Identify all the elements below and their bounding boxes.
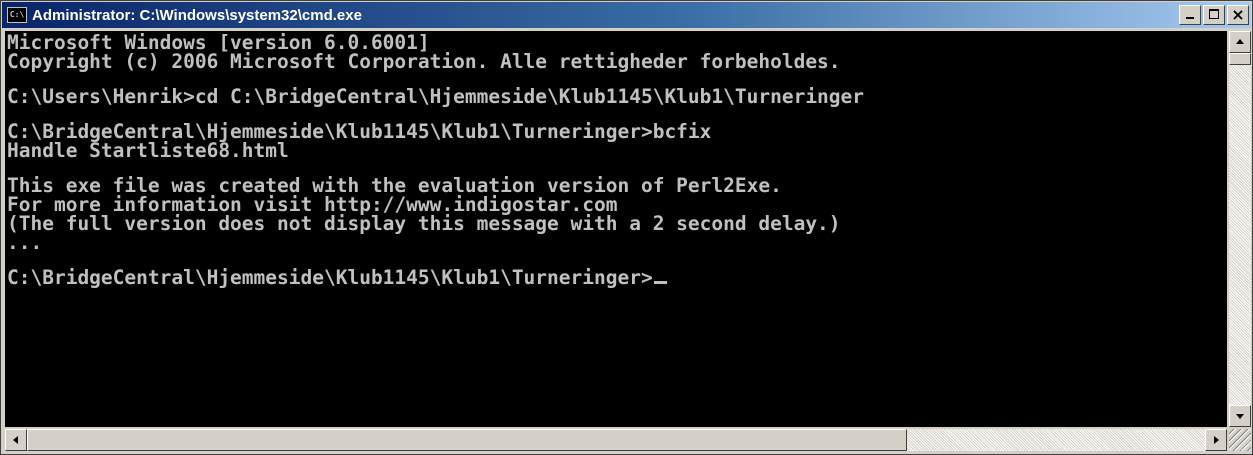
cmd-app-icon[interactable]: C:\	[7, 7, 27, 23]
arrow-up-icon	[1236, 39, 1244, 44]
window-title: Administrator: C:\Windows\system32\cmd.e…	[32, 6, 362, 24]
minimize-icon	[1186, 17, 1194, 19]
arrow-right-icon	[1214, 436, 1219, 444]
scroll-down-button[interactable]	[1229, 405, 1251, 427]
close-button[interactable]: ×	[1227, 5, 1249, 25]
console-line: Handle Startliste68.html	[7, 139, 289, 162]
console-line: C:\Users\Henrik>cd C:\BridgeCentral\Hjem…	[7, 85, 865, 108]
scroll-left-button[interactable]	[5, 429, 27, 451]
arrow-left-icon	[13, 436, 18, 444]
arrow-down-icon	[1236, 414, 1244, 419]
console-line: ...	[7, 231, 43, 254]
vertical-scrollbar[interactable]	[1229, 31, 1251, 427]
maximize-button[interactable]	[1203, 5, 1225, 25]
horizontal-scroll-thumb[interactable]	[27, 429, 907, 451]
scroll-up-button[interactable]	[1229, 31, 1251, 53]
text-cursor	[653, 281, 667, 284]
console-line: Copyright (c) 2006 Microsoft Corporation…	[7, 50, 841, 73]
window-controls: ×	[1179, 5, 1249, 25]
cmd-window: C:\ Administrator: C:\Windows\system32\c…	[0, 0, 1253, 455]
title-bar[interactable]: C:\ Administrator: C:\Windows\system32\c…	[2, 2, 1251, 28]
vertical-scroll-thumb[interactable]	[1229, 53, 1251, 65]
horizontal-scrollbar[interactable]	[5, 429, 1227, 451]
console-line: (The full version does not display this …	[7, 212, 841, 235]
console-output[interactable]: Microsoft Windows [version 6.0.6001] Copy…	[5, 31, 1227, 427]
scroll-right-button[interactable]	[1205, 429, 1227, 451]
minimize-button[interactable]	[1179, 5, 1201, 25]
resize-grip[interactable]	[1229, 429, 1251, 451]
maximize-icon	[1209, 9, 1219, 19]
close-icon: ×	[1231, 5, 1245, 24]
console-line: C:\BridgeCentral\Hjemmeside\Klub1145\Klu…	[7, 268, 1227, 287]
